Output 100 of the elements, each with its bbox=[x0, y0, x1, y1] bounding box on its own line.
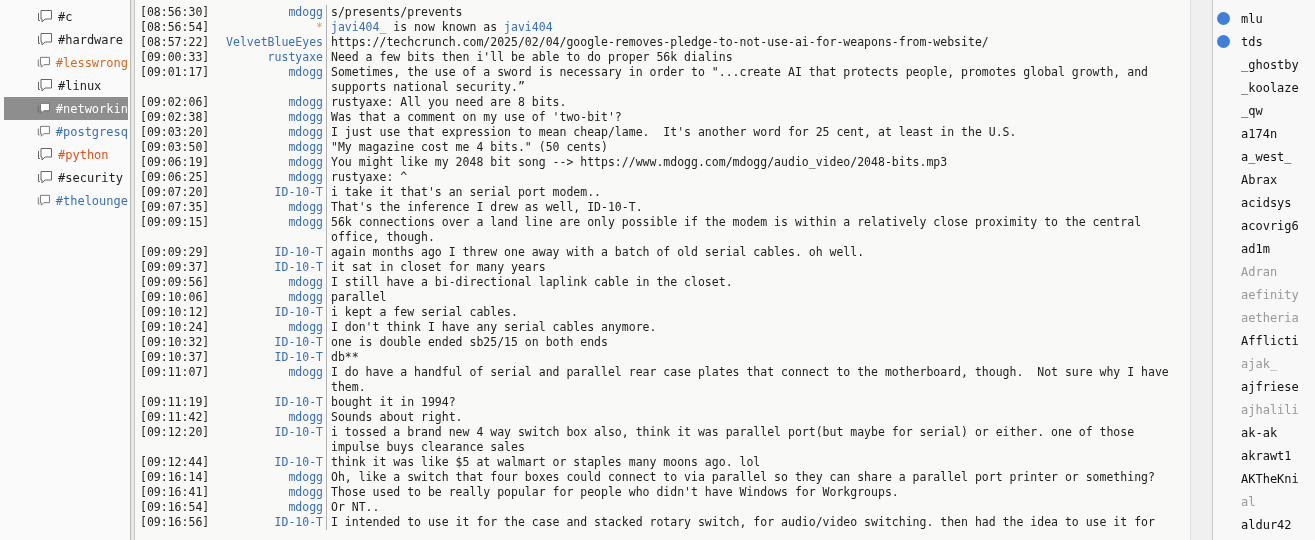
nickname[interactable]: mdogg bbox=[220, 485, 327, 500]
nickname[interactable]: mdogg bbox=[220, 200, 327, 215]
timestamp: [09:01:17] bbox=[140, 65, 211, 81]
nickname[interactable]: ID-10-T bbox=[220, 425, 327, 455]
channel-item[interactable]: #lesswrong bbox=[4, 51, 128, 74]
nickname[interactable]: mdogg bbox=[220, 365, 327, 395]
message-text: think it was like $5 at walmart or staples many moons ago. lol bbox=[330, 455, 762, 470]
nickname[interactable]: rustyaxe bbox=[220, 50, 327, 65]
message-text: Sometimes, the use of a sword is necessary in order to "...create AI that protects people, promotes global growth, and supports national security.” bbox=[330, 65, 1149, 95]
channel-item[interactable]: #linux bbox=[4, 74, 128, 97]
channel-item[interactable]: #hardware bbox=[4, 28, 128, 51]
nickname[interactable]: mdogg bbox=[220, 320, 327, 335]
timestamp: [09:02:38] bbox=[140, 110, 211, 125]
nickname[interactable]: ID-10-T bbox=[220, 245, 327, 260]
nickname[interactable]: mdogg bbox=[220, 500, 327, 515]
nickname[interactable]: mdogg bbox=[220, 5, 327, 20]
user-name[interactable]: AKTheKni bbox=[1241, 471, 1299, 486]
timestamp: [09:03:50] bbox=[140, 140, 211, 155]
chat-bubble-icon bbox=[37, 170, 53, 185]
message-text: again months ago I threw one away with a batch of old serial cables. oh well. bbox=[330, 245, 866, 260]
timestamp: [09:11:42] bbox=[140, 410, 211, 425]
message-text: Those used to be really popular for people who didn't have Windows for Workgroups. bbox=[330, 485, 900, 500]
timestamp: [09:12:20] bbox=[140, 425, 211, 441]
user-name[interactable]: a_west_ bbox=[1241, 149, 1292, 164]
timestamp: [09:07:35] bbox=[140, 200, 211, 215]
nickname[interactable]: mdogg bbox=[220, 215, 327, 245]
timestamp: [09:00:33] bbox=[140, 50, 211, 65]
timestamp: [09:06:19] bbox=[140, 155, 211, 170]
nickname[interactable]: mdogg bbox=[220, 470, 327, 485]
user-name[interactable]: _qw bbox=[1241, 103, 1263, 118]
user-name[interactable]: acidsys bbox=[1241, 195, 1292, 210]
user-name[interactable]: ajak_ bbox=[1241, 356, 1278, 371]
user-name[interactable]: ak-ak bbox=[1241, 425, 1278, 440]
user-name[interactable]: aldur42 bbox=[1241, 517, 1292, 532]
message-text: https://techcrunch.com/2025/02/04/google-removes-pledge-to-not-use-ai-for-weapons-from-website/ bbox=[330, 35, 990, 50]
timestamp: [09:10:37] bbox=[140, 350, 211, 365]
user-name[interactable]: ajhalili bbox=[1241, 402, 1299, 417]
user-name[interactable]: mlu bbox=[1241, 11, 1263, 26]
channel-item[interactable]: #security bbox=[4, 166, 128, 189]
nickname[interactable]: mdogg bbox=[220, 275, 327, 290]
timestamp: [09:16:54] bbox=[140, 500, 211, 515]
nickname[interactable]: mdogg bbox=[220, 110, 327, 125]
timestamp: [09:09:56] bbox=[140, 275, 211, 290]
message-text: i kept a few serial cables. bbox=[330, 305, 519, 320]
nickname[interactable]: ID-10-T bbox=[220, 455, 327, 470]
user-name[interactable]: ad1m bbox=[1241, 241, 1270, 256]
nickname[interactable]: mdogg bbox=[220, 155, 327, 170]
chat-bubble-icon bbox=[37, 147, 53, 162]
nickname[interactable]: ID-10-T bbox=[220, 185, 327, 200]
chat-bubble-icon bbox=[37, 32, 53, 47]
user-name[interactable]: Adran bbox=[1241, 264, 1278, 279]
user-name[interactable]: al bbox=[1241, 494, 1256, 509]
timestamp: [09:16:41] bbox=[140, 485, 211, 500]
message-text: bought it in 1994? bbox=[330, 395, 457, 410]
nickname[interactable]: mdogg bbox=[220, 125, 327, 140]
user-name[interactable]: tds bbox=[1241, 34, 1263, 49]
message-text: I don't think I have any serial cables anymore. bbox=[330, 320, 658, 335]
nickname[interactable]: mdogg bbox=[220, 95, 327, 110]
nick-link[interactable]: javi404_ bbox=[331, 20, 387, 34]
nickname[interactable]: ID-10-T bbox=[220, 305, 327, 320]
user-name[interactable]: _koolaze bbox=[1241, 80, 1299, 95]
timestamp: [09:09:15] bbox=[140, 215, 211, 231]
user-name[interactable]: Afflicti bbox=[1241, 333, 1299, 348]
timestamp: [09:09:29] bbox=[140, 245, 211, 260]
user-name[interactable]: _ghostby bbox=[1241, 57, 1299, 72]
nickname[interactable]: mdogg bbox=[220, 410, 327, 425]
nickname[interactable]: ID-10-T bbox=[220, 515, 327, 530]
channel-item[interactable]: #c bbox=[4, 5, 128, 28]
user-name[interactable]: aetheria bbox=[1241, 310, 1299, 325]
nickname[interactable]: ID-10-T bbox=[220, 335, 327, 350]
user-name[interactable]: a174n bbox=[1241, 126, 1278, 141]
message-text: Oh, like a switch that four boxes could connect to via parallel so they can share a parallel port printer or something? bbox=[330, 470, 1156, 485]
nickname[interactable]: VelvetBlueEyes bbox=[220, 35, 327, 50]
timestamp: [09:10:32] bbox=[140, 335, 211, 350]
timestamp: [09:11:07] bbox=[140, 365, 211, 381]
channel-item[interactable]: #python bbox=[4, 143, 128, 166]
nickname[interactable]: ID-10-T bbox=[220, 260, 327, 275]
message-text: s/presents/prevents bbox=[330, 5, 464, 20]
nickname[interactable]: ID-10-T bbox=[220, 395, 327, 410]
nickname[interactable]: mdogg bbox=[220, 170, 327, 185]
message-text: Sounds about right. bbox=[330, 410, 464, 425]
nick-link[interactable]: javi404 bbox=[504, 20, 553, 34]
channel-item[interactable]: #postgresq bbox=[4, 120, 128, 143]
channel-item[interactable]: #thelounge bbox=[4, 189, 128, 212]
user-name[interactable]: akrawt1 bbox=[1241, 448, 1292, 463]
nickname[interactable]: mdogg bbox=[220, 65, 327, 95]
nickname[interactable]: ID-10-T bbox=[220, 350, 327, 365]
nickname[interactable]: mdogg bbox=[220, 290, 327, 305]
user-name[interactable]: acovrig6 bbox=[1241, 218, 1299, 233]
channel-item[interactable]: #networkin bbox=[4, 97, 128, 120]
message-text: Or NT.. bbox=[330, 500, 381, 515]
user-name[interactable]: Abrax bbox=[1241, 172, 1278, 187]
nickname[interactable]: mdogg bbox=[220, 140, 327, 155]
user-name[interactable]: ajfriese bbox=[1241, 379, 1299, 394]
chat-bubble-icon bbox=[37, 101, 51, 116]
user-name[interactable]: aefinity bbox=[1241, 287, 1299, 302]
timestamp: [09:16:56] bbox=[140, 515, 211, 530]
message-text: That's the inference I drew as well, ID-10-T. bbox=[330, 200, 644, 215]
timestamp: [09:03:20] bbox=[140, 125, 211, 140]
chat-bubble-icon bbox=[37, 193, 51, 208]
